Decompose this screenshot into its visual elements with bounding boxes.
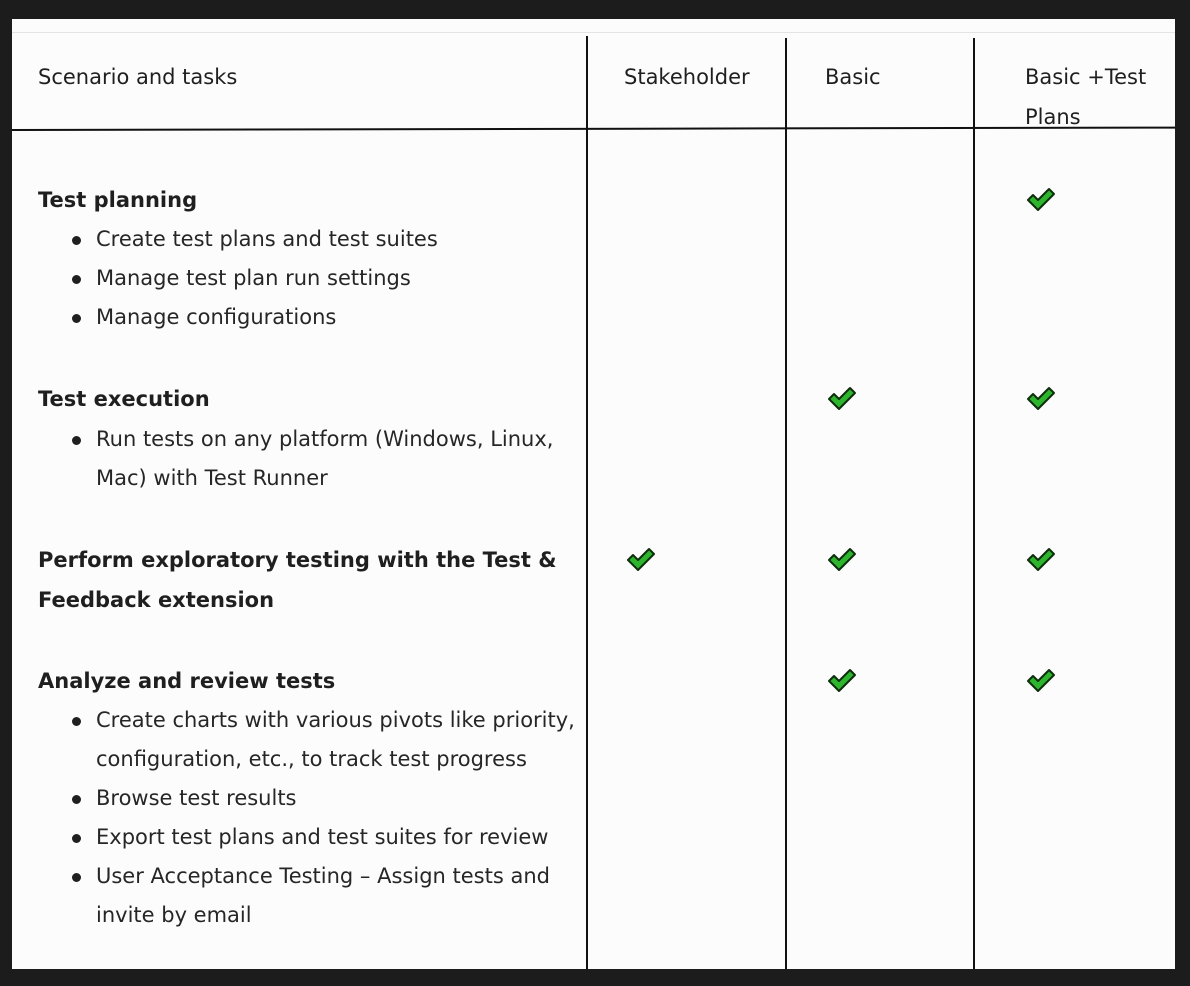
row-title-exploratory-testing: Perform exploratory testing with the Tes…	[38, 548, 557, 612]
list-item: Manage test plan run settings	[38, 259, 588, 298]
bullet	[72, 236, 81, 245]
bullet	[72, 795, 81, 804]
task-text: Create charts with various pivots like p…	[96, 708, 575, 771]
bullet	[72, 275, 81, 284]
feature-comparison-table: Scenario and tasks Stakeholder Basic Bas…	[12, 19, 1175, 969]
header-stakeholder: Stakeholder	[624, 65, 750, 89]
task-text: Run tests on any platform (Windows, Linu…	[96, 427, 554, 490]
checkmark-icon	[827, 547, 857, 573]
bullet	[72, 873, 81, 882]
list-item: Run tests on any platform (Windows, Linu…	[38, 420, 588, 498]
checkmark-icon	[827, 668, 857, 694]
task-text: Export test plans and test suites for re…	[96, 825, 549, 849]
task-text: Browse test results	[96, 786, 297, 810]
row-title-test-planning: Test planning	[38, 188, 198, 212]
task-text: Manage configurations	[96, 305, 337, 329]
task-text: Create test plans and test suites	[96, 227, 438, 251]
column-divider-2	[785, 38, 787, 969]
checkmark-icon	[626, 547, 656, 573]
bullet	[72, 314, 81, 323]
task-list-test-execution: Run tests on any platform (Windows, Linu…	[38, 420, 588, 498]
header-divider	[12, 126, 1175, 131]
row-title-analyze-review-tests: Analyze and review tests	[38, 669, 336, 693]
header-basic: Basic	[825, 65, 881, 89]
task-text: Manage test plan run settings	[96, 266, 411, 290]
bullet	[72, 436, 81, 445]
list-item: User Acceptance Testing – Assign tests a…	[38, 857, 588, 935]
header-scenario-and-tasks: Scenario and tasks	[38, 65, 238, 89]
bullet	[72, 834, 81, 843]
checkmark-icon	[1026, 386, 1056, 412]
list-item: Browse test results	[38, 779, 588, 818]
checkmark-icon	[1026, 547, 1056, 573]
row-title-test-execution: Test execution	[38, 387, 210, 411]
task-list-test-planning: Create test plans and test suites Manage…	[38, 220, 588, 337]
bullet	[72, 717, 81, 726]
checkmark-icon	[1026, 187, 1056, 213]
task-text: User Acceptance Testing – Assign tests a…	[96, 864, 550, 927]
list-item: Export test plans and test suites for re…	[38, 818, 588, 857]
checkmark-icon	[827, 386, 857, 412]
task-list-analyze-review: Create charts with various pivots like p…	[38, 701, 588, 935]
list-item: Create test plans and test suites	[38, 220, 588, 259]
list-item: Create charts with various pivots like p…	[38, 701, 588, 779]
top-divider	[12, 32, 1175, 33]
column-divider-3	[973, 38, 975, 969]
header-basic-test-plans: Basic +Test Plans	[1025, 65, 1147, 129]
checkmark-icon	[1026, 668, 1056, 694]
list-item: Manage configurations	[38, 298, 588, 337]
